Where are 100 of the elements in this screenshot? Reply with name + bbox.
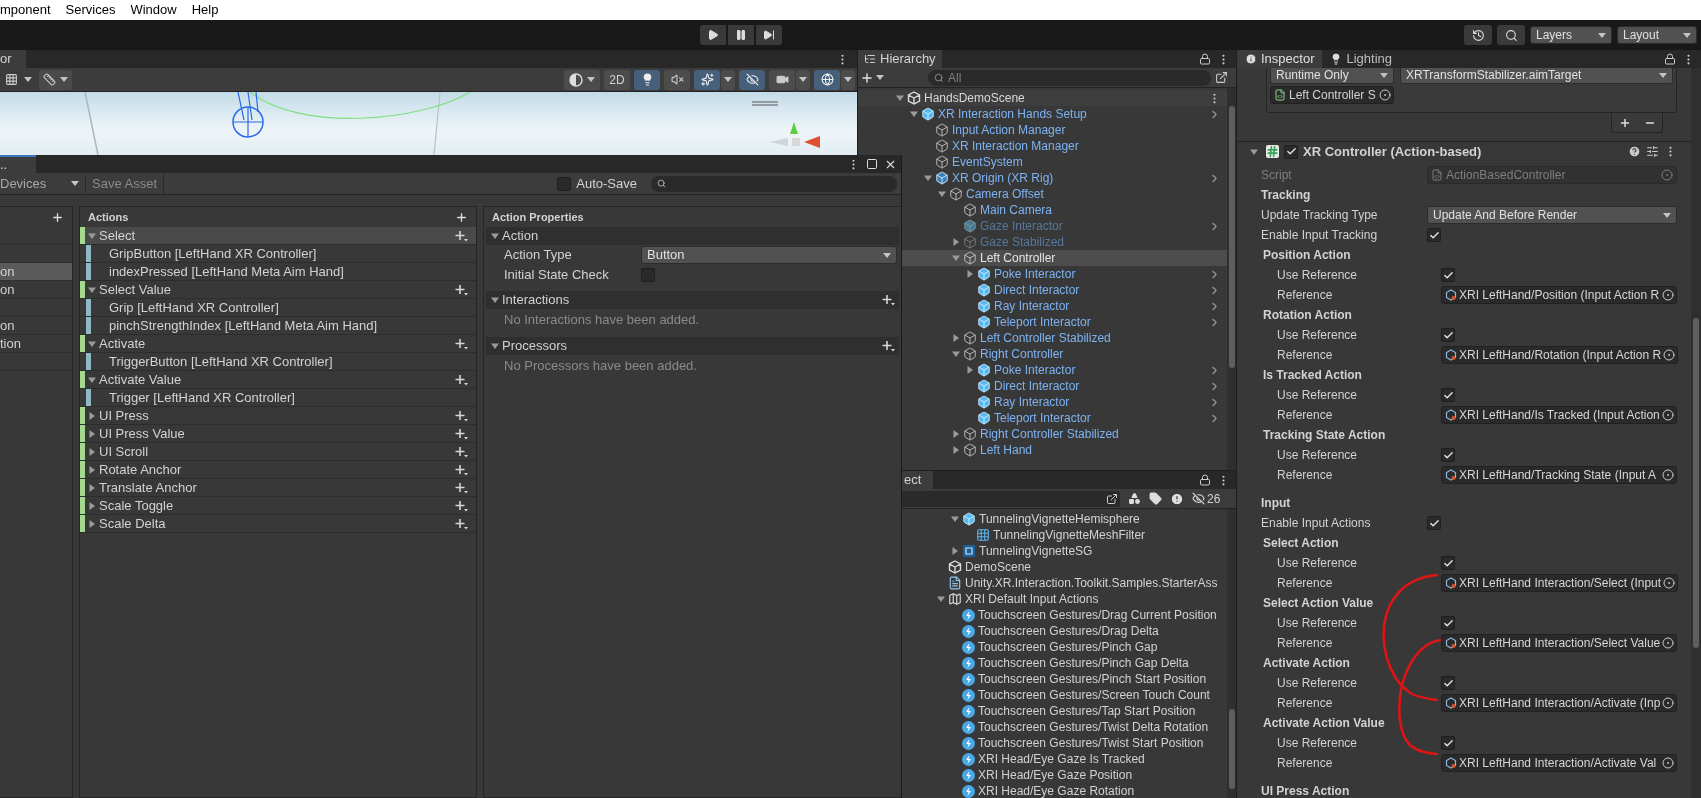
foldout-arrow-icon[interactable]: [88, 465, 96, 474]
dropdown[interactable]: Layout: [1617, 26, 1697, 44]
object-field[interactable]: XRI LeftHand/Tracking State (Input A: [1441, 466, 1677, 484]
object-picker-icon[interactable]: [1662, 757, 1674, 769]
hierarchy-item[interactable]: XR Interaction Hands Setup: [858, 106, 1227, 122]
project-item[interactable]: XRI Head/Eye Gaze Is Tracked: [858, 751, 1227, 767]
hierarchy-item[interactable]: Main Camera: [858, 202, 1227, 218]
menu-item[interactable]: Services: [65, 0, 116, 20]
menu-item[interactable]: Help: [191, 0, 219, 20]
dropdown[interactable]: Layers: [1530, 26, 1612, 44]
dropdown[interactable]: XRTransformStabilizer.aimTarget: [1400, 68, 1673, 84]
checkbox[interactable]: [1427, 516, 1441, 530]
checkbox[interactable]: [1441, 676, 1455, 690]
hierarchy-item[interactable]: XR Origin (XR Rig): [858, 170, 1227, 186]
foldout-arrow-icon[interactable]: [966, 366, 974, 374]
foldout-arrow-icon[interactable]: [952, 350, 960, 358]
foldout-arrow-icon[interactable]: [88, 447, 96, 456]
gizmos-toggle[interactable]: [814, 69, 840, 90]
action-item[interactable]: Scale Toggle: [80, 497, 476, 515]
open-window-icon[interactable]: [1106, 492, 1118, 505]
add-icon[interactable]: [455, 427, 468, 440]
tab[interactable]: Inspector: [1237, 50, 1323, 68]
audio-toggle[interactable]: [664, 69, 690, 90]
pause-button[interactable]: [728, 25, 754, 45]
foldout-arrow-icon[interactable]: [896, 94, 904, 102]
object-picker-icon[interactable]: [1662, 409, 1674, 421]
project-item[interactable]: TunnelingVignetteMeshFilter: [858, 527, 1227, 543]
add-icon[interactable]: [455, 463, 468, 476]
project-item[interactable]: Touchscreen Gestures/Drag Delta: [858, 623, 1227, 639]
binding-item[interactable]: indexPressed [LeftHand Meta Aim Hand]: [80, 263, 476, 281]
dropdown[interactable]: Update And Before Render: [1427, 206, 1677, 224]
hierarchy-item[interactable]: Teleport Interactor: [858, 314, 1227, 330]
menu-item[interactable]: mponent: [0, 0, 51, 20]
search-field[interactable]: All: [928, 69, 1211, 86]
add-icon[interactable]: [455, 373, 468, 386]
add-icon[interactable]: [455, 337, 468, 350]
maximize-icon[interactable]: [866, 158, 878, 170]
project-item[interactable]: Touchscreen Gestures/Pinch Start Position: [858, 671, 1227, 687]
action-item[interactable]: UI Press: [80, 407, 476, 425]
history-button[interactable]: [1464, 25, 1492, 45]
checkbox[interactable]: [1441, 388, 1455, 402]
dropdown-button[interactable]: [721, 69, 735, 90]
foldout-arrow-icon[interactable]: [88, 501, 96, 510]
project-item[interactable]: XRI Default Input Actions: [858, 591, 1227, 607]
foldout-arrow-icon[interactable]: [910, 110, 918, 118]
tag-icon[interactable]: [1149, 492, 1162, 505]
checkbox[interactable]: [1441, 736, 1455, 750]
action-item[interactable]: Translate Anchor: [80, 479, 476, 497]
search-field[interactable]: [651, 175, 897, 192]
project-item[interactable]: XRI Head/Eye Gaze Rotation: [858, 783, 1227, 798]
play-button[interactable]: [700, 25, 726, 45]
add-icon[interactable]: [455, 517, 468, 530]
alert-icon[interactable]: [1170, 491, 1184, 506]
lighting-toggle[interactable]: [634, 69, 660, 90]
scrollbar-thumb[interactable]: [1228, 106, 1235, 368]
foldout-arrow-icon[interactable]: [966, 270, 974, 278]
dropdown-button[interactable]: [841, 69, 855, 90]
foldout-arrow-icon[interactable]: [88, 231, 96, 240]
checkbox[interactable]: [641, 268, 655, 282]
hierarchy-item[interactable]: EventSystem: [858, 154, 1227, 170]
binding-item[interactable]: Trigger [LeftHand XR Controller]: [80, 389, 476, 407]
project-item[interactable]: DemoScene: [858, 559, 1227, 575]
action-item[interactable]: UI Scroll: [80, 443, 476, 461]
foldout-arrow-icon[interactable]: [952, 254, 960, 262]
add-icon[interactable]: [1618, 116, 1631, 129]
object-picker-icon[interactable]: [1662, 697, 1675, 709]
hierarchy-item[interactable]: Right Controller: [858, 346, 1227, 362]
add-icon[interactable]: [882, 294, 895, 306]
2d-toggle[interactable]: 2D: [604, 69, 630, 90]
add-icon[interactable]: [455, 499, 468, 512]
action-item[interactable]: Scale Delta: [80, 515, 476, 533]
add-icon[interactable]: [51, 210, 64, 224]
hierarchy-item[interactable]: Direct Interactor: [858, 282, 1227, 298]
action-item[interactable]: Select Value: [80, 281, 476, 299]
add-icon[interactable]: [882, 340, 895, 352]
hierarchy-item[interactable]: Left Hand: [858, 442, 1227, 458]
menu-item[interactable]: Window: [130, 0, 177, 20]
foldout-arrow-icon[interactable]: [952, 430, 960, 438]
object-field[interactable]: XRI LeftHand Interaction/Activate Val: [1441, 754, 1677, 772]
action-item[interactable]: UI Press Value: [80, 425, 476, 443]
checkbox[interactable]: [1441, 268, 1455, 282]
hidden-packages-button[interactable]: 26: [1192, 489, 1221, 508]
object-field[interactable]: Left Controller S: [1270, 86, 1394, 104]
lock-icon[interactable]: [1199, 53, 1211, 65]
tab[interactable]: Hierarchy: [858, 50, 942, 68]
effects-toggle[interactable]: [694, 69, 720, 90]
add-icon[interactable]: [455, 445, 468, 458]
project-item[interactable]: Touchscreen Gestures/Twist Delta Rotation: [858, 719, 1227, 735]
scrollbar-thumb[interactable]: [1693, 318, 1699, 648]
dropdown[interactable]: Button: [641, 246, 897, 264]
dropdown[interactable]: Runtime Only: [1270, 68, 1394, 84]
object-picker-icon[interactable]: [1662, 289, 1674, 301]
hierarchy-item[interactable]: Poke Interactor: [858, 362, 1227, 378]
hierarchy-item[interactable]: Input Action Manager: [858, 122, 1227, 138]
lock-icon[interactable]: [1664, 53, 1676, 65]
binding-item[interactable]: GripButton [LeftHand XR Controller]: [80, 245, 476, 263]
add-icon[interactable]: [455, 229, 468, 242]
scrollbar-thumb[interactable]: [1228, 709, 1235, 789]
add-icon[interactable]: [455, 210, 468, 224]
project-item[interactable]: Unity.XR.Interaction.Toolkit.Samples.StarterAss: [858, 575, 1227, 591]
